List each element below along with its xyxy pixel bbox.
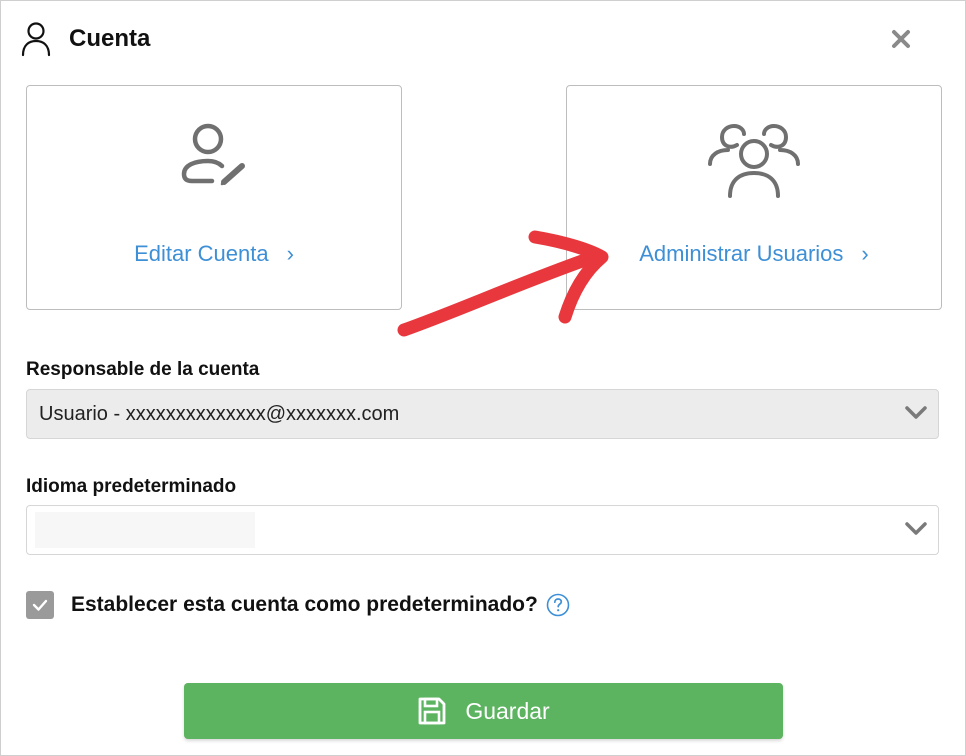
- user-icon: [21, 22, 51, 57]
- edit-account-label: Editar Cuenta: [134, 241, 269, 266]
- manage-users-label: Administrar Usuarios: [639, 241, 844, 266]
- close-icon: [892, 30, 910, 48]
- language-label: Idioma predeterminado: [26, 476, 237, 497]
- users-group-icon: [708, 123, 800, 198]
- language-select[interactable]: [26, 505, 939, 555]
- default-account-label: Establecer esta cuenta como predetermina…: [71, 593, 538, 616]
- save-button[interactable]: Guardar: [184, 683, 783, 739]
- owner-select-value: Usuario - xxxxxxxxxxxxxx@xxxxxxx.com: [39, 403, 400, 425]
- manage-users-card[interactable]: Administrar Usuarios ›: [566, 85, 942, 310]
- chevron-down-icon: [905, 522, 927, 535]
- close-button[interactable]: [887, 25, 915, 53]
- help-icon[interactable]: [546, 593, 570, 617]
- chevron-right-icon: ›: [286, 241, 294, 266]
- owner-select[interactable]: Usuario - xxxxxxxxxxxxxx@xxxxxxx.com: [26, 389, 939, 439]
- default-account-row: Establecer esta cuenta como predetermina…: [26, 591, 570, 619]
- dialog-title: Cuenta: [69, 25, 151, 52]
- checkmark-icon: [32, 599, 48, 611]
- manage-users-link[interactable]: Administrar Usuarios ›: [567, 241, 941, 267]
- default-account-checkbox[interactable]: [26, 591, 54, 619]
- dialog-header: Cuenta: [21, 19, 150, 59]
- save-label: Guardar: [465, 697, 550, 724]
- save-icon: [418, 697, 446, 725]
- chevron-right-icon: ›: [861, 241, 869, 266]
- chevron-down-icon: [905, 406, 927, 419]
- language-select-value: [35, 512, 255, 548]
- edit-account-card[interactable]: Editar Cuenta ›: [26, 85, 402, 310]
- edit-account-link[interactable]: Editar Cuenta ›: [27, 241, 401, 267]
- owner-label: Responsable de la cuenta: [26, 359, 260, 380]
- user-edit-icon: [181, 123, 245, 186]
- account-dialog: Cuenta Editar Cuenta › Administrar Usuari…: [0, 0, 966, 756]
